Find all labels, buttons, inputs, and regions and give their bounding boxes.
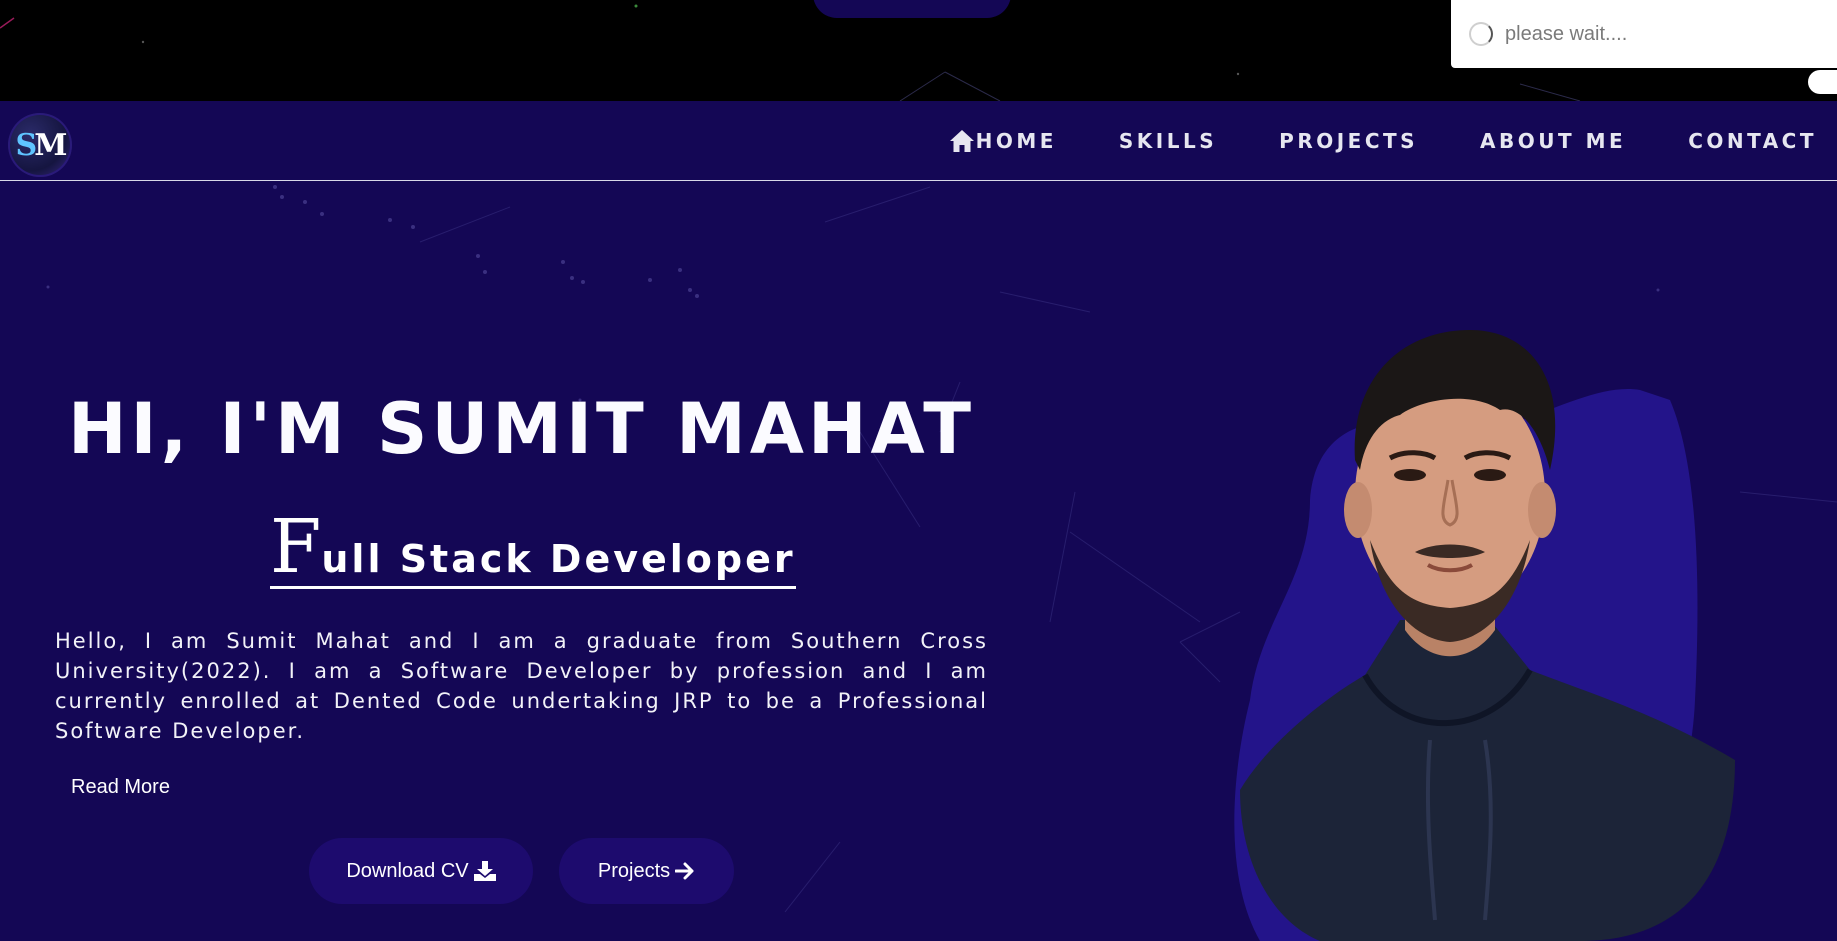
loading-toast: please wait.... (1451, 0, 1837, 68)
home-icon (949, 130, 974, 152)
projects-button[interactable]: Projects (559, 838, 734, 904)
profile-portrait (1234, 330, 1735, 941)
hero-title: HI, I'M SUMIT MAHAT (67, 388, 976, 470)
subtitle-first-letter: F (270, 504, 322, 590)
toast-edge-tab (1808, 70, 1837, 94)
nav-about-me[interactable]: ABOUT ME (1480, 129, 1626, 153)
nav-contact[interactable]: CONTACT (1688, 129, 1817, 153)
download-icon (473, 861, 496, 881)
read-more-link[interactable]: Read More (71, 776, 170, 799)
nav-home[interactable]: HOME (949, 129, 1057, 153)
nav-skills[interactable]: SKILLS (1119, 129, 1217, 153)
logo-text: SM (15, 127, 68, 163)
spinner-icon (1469, 22, 1493, 46)
navbar: SM HOME SKILLS PROJECTS ABOUT ME CONTACT (0, 101, 1837, 181)
arrow-right-icon (675, 862, 694, 880)
hero-intro-text: Hello, I am Sumit Mahat and I am a gradu… (55, 629, 988, 743)
nav-home-label: HOME (975, 129, 1057, 153)
main-nav: HOME SKILLS PROJECTS ABOUT ME CONTACT (949, 101, 1817, 181)
projects-button-label: Projects (597, 859, 671, 882)
logo[interactable]: SM (8, 113, 72, 177)
hero-subtitle: Full Stack Developer (270, 510, 796, 589)
download-cv-label: Download CV (346, 859, 469, 882)
subtitle-rest: ull Stack Developer (321, 537, 796, 581)
nav-projects[interactable]: PROJECTS (1279, 129, 1418, 153)
loading-text: please wait.... (1505, 22, 1628, 45)
download-cv-button[interactable]: Download CV (309, 838, 533, 904)
